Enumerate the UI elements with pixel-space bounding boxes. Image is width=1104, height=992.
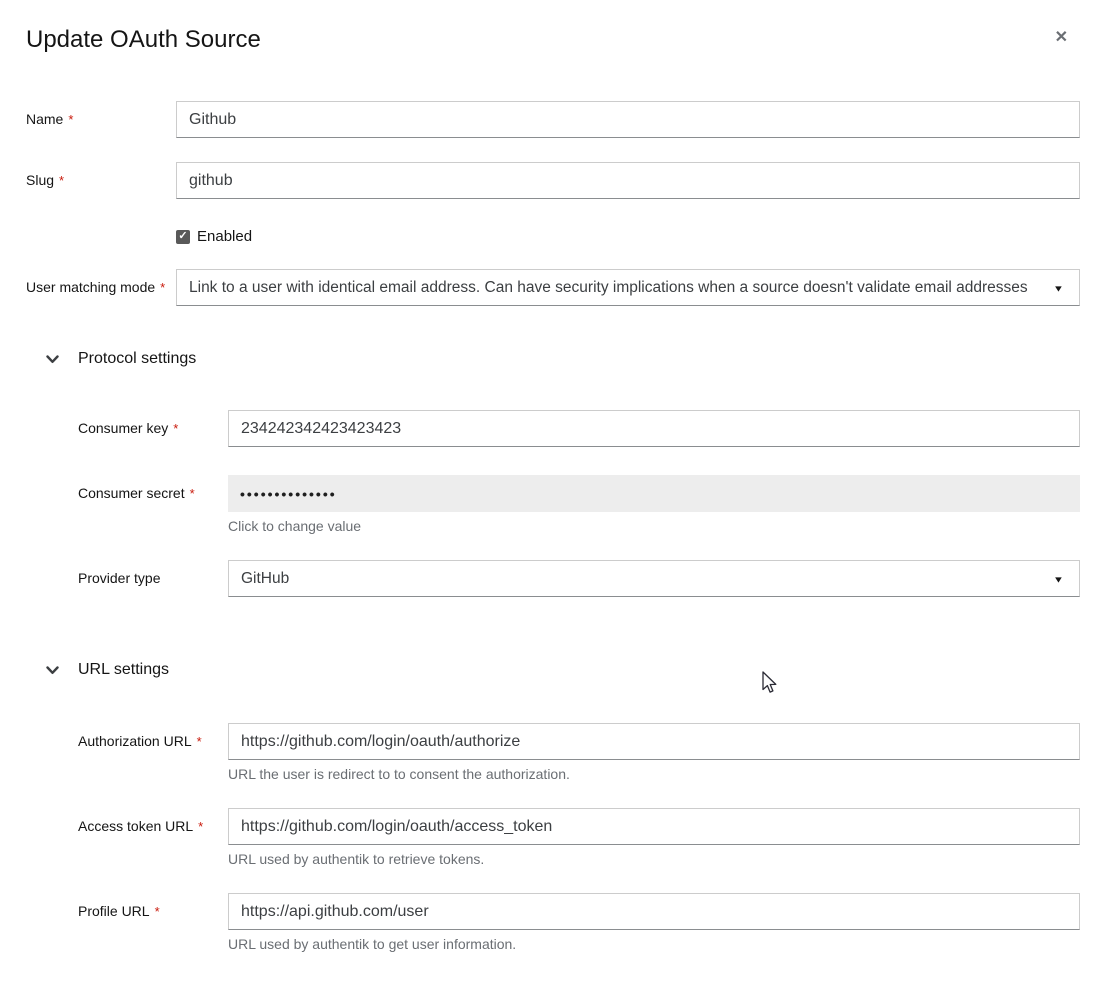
name-input[interactable] — [176, 101, 1080, 138]
checkmark-icon: ✓ — [178, 231, 187, 242]
consumer-secret-masked-field[interactable]: •••••••••••••• — [228, 475, 1080, 512]
provider-type-select[interactable]: GitHub ▼ — [228, 560, 1080, 597]
update-oauth-source-dialog: Update OAuth Source ✕ Name* Slug* ✓ Enab… — [0, 0, 1104, 992]
consumer-secret-helper: Click to change value — [228, 518, 1080, 534]
enabled-checkbox-row: ✓ Enabled — [176, 228, 1080, 245]
required-indicator: * — [197, 734, 202, 749]
slug-field-row: Slug* — [26, 162, 1080, 199]
consumer-secret-label: Consumer secret* — [78, 475, 228, 501]
required-indicator: * — [190, 486, 195, 501]
profile-url-row: Profile URL* URL used by authentik to ge… — [26, 893, 1080, 952]
provider-type-label: Provider type — [78, 560, 228, 586]
user-matching-mode-select[interactable]: Link to a user with identical email addr… — [176, 269, 1080, 306]
chevron-down-icon — [45, 663, 59, 677]
enabled-checkbox-label[interactable]: Enabled — [197, 228, 252, 245]
authorization-url-helper: URL the user is redirect to to consent t… — [228, 766, 1080, 782]
url-settings-section-header[interactable]: URL settings — [26, 661, 1080, 679]
required-indicator: * — [59, 173, 64, 188]
provider-type-row: Provider type GitHub ▼ — [26, 560, 1080, 597]
authorization-url-label: Authorization URL* — [78, 723, 228, 749]
required-indicator: * — [173, 421, 178, 436]
profile-url-label: Profile URL* — [78, 893, 228, 919]
consumer-secret-row: Consumer secret* •••••••••••••• Click to… — [26, 475, 1080, 534]
name-field-row: Name* — [26, 101, 1080, 138]
consumer-key-label: Consumer key* — [78, 410, 228, 436]
url-settings-section-title: URL settings — [78, 661, 169, 679]
consumer-key-row: Consumer key* — [26, 410, 1080, 447]
profile-url-input[interactable] — [228, 893, 1080, 930]
consumer-key-input[interactable] — [228, 410, 1080, 447]
provider-type-value: GitHub — [241, 570, 1045, 588]
name-label: Name* — [26, 101, 176, 127]
access-token-url-row: Access token URL* URL used by authentik … — [26, 808, 1080, 867]
access-token-url-helper: URL used by authentik to retrieve tokens… — [228, 851, 1080, 867]
access-token-url-label: Access token URL* — [78, 808, 228, 834]
user-matching-mode-value: Link to a user with identical email addr… — [189, 279, 1045, 297]
user-matching-mode-row: User matching mode* Link to a user with … — [26, 269, 1080, 306]
authorization-url-row: Authorization URL* URL the user is redir… — [26, 723, 1080, 782]
required-indicator: * — [198, 819, 203, 834]
enabled-checkbox[interactable]: ✓ — [176, 230, 190, 244]
user-matching-mode-label: User matching mode* — [26, 269, 176, 295]
required-indicator: * — [155, 904, 160, 919]
dialog-header: Update OAuth Source ✕ — [26, 24, 1080, 56]
dialog-title: Update OAuth Source — [26, 24, 261, 56]
caret-down-icon: ▼ — [1053, 574, 1064, 584]
profile-url-helper: URL used by authentik to get user inform… — [228, 936, 1080, 952]
authorization-url-input[interactable] — [228, 723, 1080, 760]
slug-input[interactable] — [176, 162, 1080, 199]
chevron-down-icon — [45, 352, 59, 366]
slug-label: Slug* — [26, 162, 176, 188]
access-token-url-input[interactable] — [228, 808, 1080, 845]
close-icon[interactable]: ✕ — [1051, 26, 1080, 50]
protocol-settings-section-header[interactable]: Protocol settings — [26, 350, 1080, 368]
caret-down-icon: ▼ — [1053, 283, 1064, 293]
required-indicator: * — [160, 280, 165, 295]
protocol-settings-section-title: Protocol settings — [78, 350, 196, 368]
required-indicator: * — [68, 112, 73, 127]
